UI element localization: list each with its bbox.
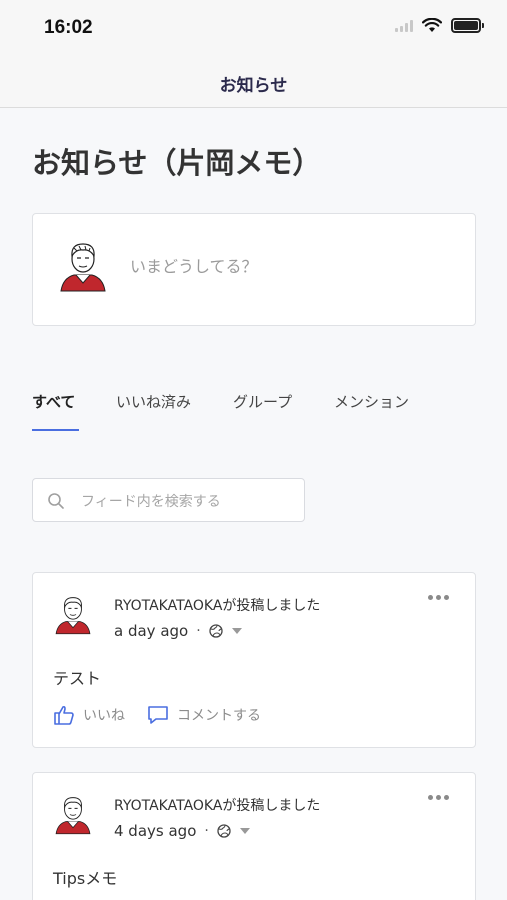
post-author[interactable]: RYOTAKATAOKAが投稿しました (114, 795, 320, 815)
globe-icon[interactable] (209, 624, 223, 638)
post-body: Tipsメモ (53, 869, 118, 888)
wifi-icon (422, 18, 442, 32)
avatar (57, 236, 109, 296)
globe-icon[interactable] (217, 824, 231, 838)
search-placeholder: フィード内を検索する (81, 494, 221, 510)
like-label: いいね (83, 708, 125, 724)
post-actions: いいね コメントする (53, 705, 283, 725)
post-card: RYOTAKATAOKAが投稿しました 4 days ago · Tipsメモ (32, 772, 476, 900)
separator-dot: · (204, 823, 209, 839)
tab-mentions[interactable]: メンション (334, 388, 409, 431)
compose-placeholder[interactable]: いまどうしてる？ (130, 253, 258, 277)
post-author[interactable]: RYOTAKATAOKAが投稿しました (114, 595, 320, 615)
comment-button[interactable]: コメントする (147, 705, 261, 725)
post-meta: 4 days ago · (114, 822, 251, 840)
active-tab-indicator (32, 429, 79, 431)
tab-liked[interactable]: いいね済み (116, 388, 191, 431)
comment-label: コメントする (177, 708, 261, 724)
post-time[interactable]: 4 days ago (114, 822, 196, 840)
post-body: テスト (53, 669, 102, 688)
caret-down-icon[interactable] (239, 827, 251, 835)
nav-title: お知らせ (219, 76, 288, 96)
navigation-bar: お知らせ (0, 60, 507, 108)
thumbs-up-icon (54, 705, 74, 725)
tab-groups[interactable]: グループ (233, 388, 292, 431)
post-time[interactable]: a day ago (114, 622, 188, 640)
signal-icon (395, 19, 413, 32)
post-meta: a day ago · (114, 622, 243, 640)
compose-card[interactable]: いまどうしてる？ (32, 213, 476, 326)
avatar[interactable] (53, 791, 93, 839)
post-card: RYOTAKATAOKAが投稿しました a day ago · テスト いいね … (32, 572, 476, 748)
more-options-icon[interactable] (428, 795, 449, 800)
feed-search-input[interactable]: フィード内を検索する (32, 478, 305, 522)
status-time: 16:02 (44, 17, 93, 38)
search-icon (48, 493, 64, 509)
battery-icon (451, 18, 484, 33)
more-options-icon[interactable] (428, 595, 449, 600)
comment-icon (148, 706, 168, 724)
avatar[interactable] (53, 591, 93, 639)
tab-all[interactable]: すべて (32, 388, 75, 431)
feed-tabs: すべて いいね済み グループ メンション (32, 388, 476, 432)
page-title: お知らせ（片岡メモ） (32, 146, 322, 180)
like-button[interactable]: いいね (53, 705, 125, 725)
status-icons (395, 18, 484, 33)
caret-down-icon[interactable] (231, 627, 243, 635)
status-bar: 16:02 (0, 0, 507, 60)
separator-dot: · (196, 623, 201, 639)
